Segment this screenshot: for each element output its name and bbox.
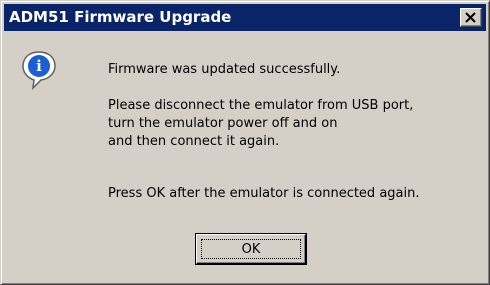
info-icon: i: [20, 50, 58, 91]
dialog-window: ADM51 Firmware Upgrade i Firmware was up…: [0, 0, 490, 285]
instruction-message: Please disconnect the emulator from USB …: [108, 97, 413, 151]
close-icon: [465, 12, 476, 23]
instruction-line-1: Please disconnect the emulator from USB …: [108, 98, 414, 113]
ok-button[interactable]: OK: [196, 234, 306, 264]
title-bar[interactable]: ADM51 Firmware Upgrade: [4, 4, 486, 31]
ok-prompt-message: Press OK after the emulator is connected…: [108, 186, 420, 201]
window-title: ADM51 Firmware Upgrade: [9, 8, 232, 26]
success-message: Firmware was updated successfully.: [108, 62, 341, 77]
ok-button-label: OK: [201, 239, 301, 259]
instruction-line-2: turn the emulator power off and on: [108, 116, 338, 131]
svg-text:i: i: [36, 57, 42, 75]
close-button[interactable]: [460, 8, 482, 27]
instruction-line-3: and then connect it again.: [108, 134, 280, 149]
